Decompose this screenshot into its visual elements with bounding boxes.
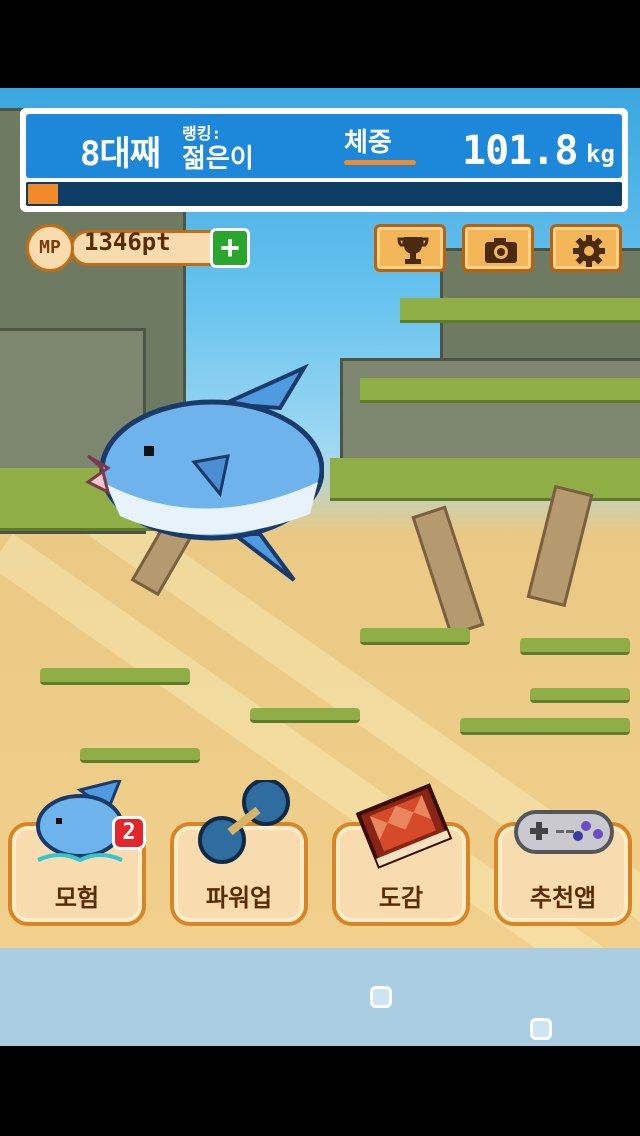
grass-patch bbox=[360, 628, 470, 645]
grass-patch bbox=[520, 638, 630, 655]
weight-unit: kg bbox=[586, 140, 615, 168]
generation-count: 8대째 bbox=[80, 134, 161, 174]
bubble bbox=[530, 1018, 552, 1040]
mp-counter: MP 1346pt + bbox=[26, 224, 254, 274]
weight-value: 101.8 bbox=[462, 128, 578, 174]
status-panel: 8대째 랭킹: 젊은이 체중 101.8 kg bbox=[20, 108, 628, 212]
grass-patch bbox=[40, 668, 190, 685]
trophy-icon bbox=[397, 237, 429, 264]
rock-pillar bbox=[526, 484, 594, 608]
adventure-notification-badge: 2 bbox=[112, 816, 146, 850]
dumbbell-icon bbox=[198, 780, 290, 864]
ranking-button[interactable] bbox=[374, 224, 446, 272]
growth-progress-bar bbox=[26, 182, 622, 206]
weight-tab[interactable]: 체중 bbox=[344, 122, 392, 159]
mp-coin-icon: MP bbox=[26, 224, 74, 272]
grass-patch bbox=[360, 378, 640, 403]
weight-tab-underline bbox=[344, 160, 416, 165]
encyclopedia-label: 도감 bbox=[378, 884, 424, 912]
screenshot-button[interactable] bbox=[462, 224, 534, 272]
growth-progress-fill bbox=[28, 184, 58, 204]
game-controller-icon bbox=[514, 810, 614, 854]
status-header: 8대째 랭킹: 젊은이 체중 101.8 kg bbox=[26, 114, 622, 178]
grass-patch bbox=[530, 688, 630, 703]
grass-patch bbox=[80, 748, 200, 763]
camera-icon bbox=[485, 238, 517, 263]
rock-pillar bbox=[411, 505, 485, 637]
grass-patch bbox=[250, 708, 360, 723]
adventure-label: 모험 bbox=[54, 884, 100, 912]
grass-patch bbox=[400, 298, 640, 323]
rank-value: 젊은이 bbox=[182, 144, 254, 174]
add-mp-button[interactable]: + bbox=[210, 228, 250, 268]
book-icon bbox=[355, 783, 453, 869]
recommended-apps-label: 추천앱 bbox=[529, 884, 597, 912]
game-screen: { "hud": { "generation": "8대째", "rank_la… bbox=[0, 0, 640, 1136]
settings-button[interactable] bbox=[550, 224, 622, 272]
mp-points: 1346pt bbox=[84, 228, 171, 256]
grass-patch bbox=[330, 458, 640, 501]
sunfish-character[interactable] bbox=[84, 364, 324, 584]
bubble bbox=[370, 986, 392, 1008]
gear-icon bbox=[573, 235, 605, 267]
grass-patch bbox=[460, 718, 630, 735]
ad-banner-area bbox=[0, 948, 640, 1046]
powerup-label: 파워업 bbox=[205, 884, 273, 912]
